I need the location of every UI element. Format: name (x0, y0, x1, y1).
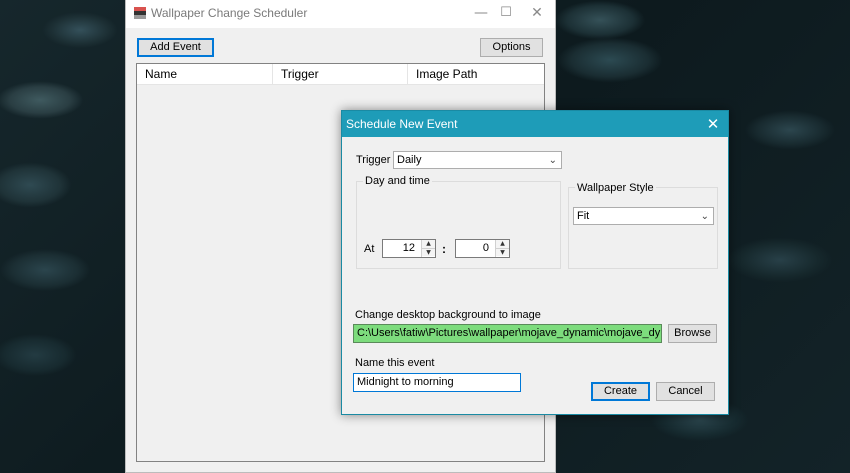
spin-up-icon[interactable]: ▲ (496, 240, 509, 248)
dialog-close-icon[interactable]: ✕ (698, 111, 728, 137)
add-event-button[interactable]: Add Event (137, 38, 214, 57)
column-header-image-path[interactable]: Image Path (408, 64, 544, 85)
hour-stepper[interactable]: 12 ▲ ▼ (382, 239, 436, 258)
dialog-title-bar[interactable]: Schedule New Event ✕ (342, 111, 728, 137)
minute-value: 0 (482, 242, 489, 254)
close-icon[interactable]: ✕ (522, 3, 552, 23)
day-and-time-group-title: Day and time (363, 175, 432, 187)
minute-stepper[interactable]: 0 ▲ ▼ (455, 239, 510, 258)
maximize-icon[interactable]: ☐ (491, 3, 521, 23)
options-button[interactable]: Options (480, 38, 543, 57)
chevron-down-icon: ⌄ (548, 155, 557, 166)
spin-down-icon[interactable]: ▼ (422, 248, 435, 256)
trigger-select-value: Daily (397, 154, 422, 166)
column-header-name[interactable]: Name (137, 64, 273, 85)
day-and-time-group: Day and time At 12 ▲ ▼ : 0 ▲ ▼ (356, 175, 561, 269)
cancel-button[interactable]: Cancel (656, 382, 715, 401)
browse-button[interactable]: Browse (668, 324, 717, 343)
image-path-label: Change desktop background to image (355, 309, 541, 321)
trigger-label: Trigger (356, 154, 391, 166)
dialog-title: Schedule New Event (346, 117, 458, 131)
time-separator: : (442, 242, 446, 256)
event-name-label: Name this event (355, 357, 435, 369)
create-button[interactable]: Create (591, 382, 650, 401)
column-header-trigger[interactable]: Trigger (273, 64, 408, 85)
main-title-bar[interactable]: Wallpaper Change Scheduler — ☐ ✕ (126, 0, 555, 28)
events-list-header: Name Trigger Image Path (137, 64, 544, 85)
hour-value: 12 (402, 242, 415, 254)
wallpaper-style-value: Fit (577, 210, 590, 222)
wallpaper-style-select[interactable]: Fit ⌄ (573, 207, 714, 225)
image-path-field[interactable]: C:\Users\fatiw\Pictures\wallpaper\mojave… (353, 324, 662, 343)
at-label: At (364, 243, 375, 255)
main-window-title: Wallpaper Change Scheduler (151, 6, 308, 20)
schedule-event-dialog: Schedule New Event ✕ Trigger Daily ⌄ Day… (341, 110, 729, 415)
app-icon (134, 7, 146, 19)
spin-up-icon[interactable]: ▲ (422, 240, 435, 248)
spin-down-icon[interactable]: ▼ (496, 248, 509, 256)
wallpaper-style-group-title: Wallpaper Style (575, 182, 656, 194)
event-name-field[interactable]: Midnight to morning (353, 373, 521, 392)
wallpaper-style-group: Wallpaper Style Fit ⌄ (568, 182, 718, 269)
chevron-down-icon: ⌄ (700, 211, 709, 222)
trigger-select[interactable]: Daily ⌄ (393, 151, 562, 169)
